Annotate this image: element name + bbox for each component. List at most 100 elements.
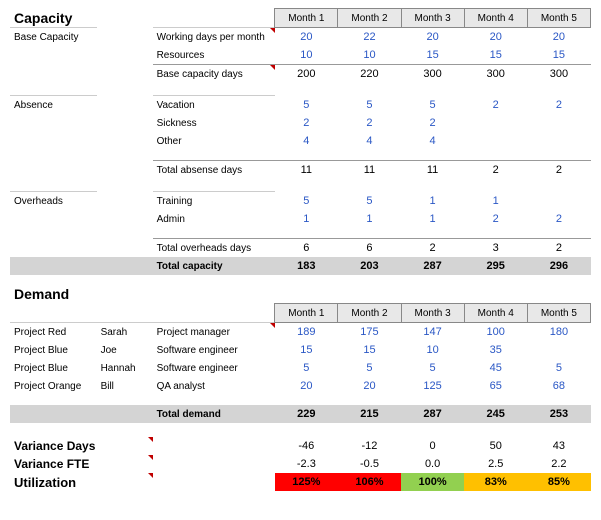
cell[interactable]: 5 [338, 359, 401, 377]
cell[interactable]: 0 [401, 437, 464, 455]
cell[interactable] [464, 132, 527, 150]
utilization-cell[interactable]: 100% [401, 473, 464, 491]
cell[interactable]: 0.0 [401, 455, 464, 473]
utilization-label: Utilization [10, 473, 153, 491]
cell[interactable]: 147 [401, 323, 464, 342]
cell[interactable]: 296 [527, 257, 590, 275]
cell[interactable]: 2 [401, 239, 464, 258]
cell[interactable]: 229 [275, 405, 338, 423]
cell[interactable]: 10 [401, 341, 464, 359]
cell[interactable]: 183 [275, 257, 338, 275]
cell[interactable]: 10 [338, 46, 401, 65]
cell[interactable]: -0.5 [338, 455, 401, 473]
cell[interactable]: 5 [338, 96, 401, 115]
cell[interactable]: 5 [275, 192, 338, 211]
utilization-cell[interactable]: 125% [275, 473, 338, 491]
row-label: Sickness [153, 114, 275, 132]
cell[interactable]: 20 [527, 28, 590, 47]
cell[interactable]: 5 [527, 359, 590, 377]
cell[interactable]: 100 [464, 323, 527, 342]
cell[interactable]: 189 [275, 323, 338, 342]
cell[interactable]: -2.3 [275, 455, 338, 473]
cell[interactable]: 11 [338, 161, 401, 180]
cell[interactable]: 2 [338, 114, 401, 132]
utilization-cell[interactable]: 106% [338, 473, 401, 491]
cell[interactable]: 20 [275, 28, 338, 47]
cell[interactable]: 2.5 [464, 455, 527, 473]
cell[interactable]: 175 [338, 323, 401, 342]
cell[interactable] [527, 132, 590, 150]
cell[interactable] [527, 341, 590, 359]
cell[interactable]: 22 [338, 28, 401, 47]
cell[interactable]: 6 [275, 239, 338, 258]
cell[interactable]: 1 [275, 210, 338, 228]
cell[interactable]: 11 [275, 161, 338, 180]
cell[interactable]: 20 [275, 377, 338, 395]
cell[interactable]: 5 [338, 192, 401, 211]
cell[interactable]: 20 [464, 28, 527, 47]
cell[interactable]: -12 [338, 437, 401, 455]
cell[interactable]: 5 [275, 359, 338, 377]
cell[interactable]: 2 [464, 210, 527, 228]
variance-fte-label: Variance FTE [10, 455, 153, 473]
cell[interactable]: 125 [401, 377, 464, 395]
cell[interactable]: 15 [275, 341, 338, 359]
cell[interactable]: 215 [338, 405, 401, 423]
cell[interactable]: 2 [527, 161, 590, 180]
cell[interactable] [464, 114, 527, 132]
cell[interactable]: 43 [527, 437, 590, 455]
cell[interactable] [527, 192, 590, 211]
cell[interactable]: 6 [338, 239, 401, 258]
cell[interactable]: 1 [338, 210, 401, 228]
cell[interactable]: 15 [527, 46, 590, 65]
cell[interactable]: 2.2 [527, 455, 590, 473]
cell[interactable]: 20 [338, 377, 401, 395]
cell[interactable]: 180 [527, 323, 590, 342]
cell[interactable]: 45 [464, 359, 527, 377]
cell[interactable]: -46 [275, 437, 338, 455]
cell[interactable]: 245 [464, 405, 527, 423]
cell[interactable]: 15 [338, 341, 401, 359]
cell[interactable]: 287 [401, 405, 464, 423]
cell[interactable]: 15 [401, 46, 464, 65]
cell[interactable]: 15 [464, 46, 527, 65]
cell[interactable]: 2 [275, 114, 338, 132]
cell[interactable]: 4 [401, 132, 464, 150]
cell[interactable]: 1 [401, 210, 464, 228]
cell[interactable]: 2 [464, 161, 527, 180]
cell[interactable]: 200 [275, 65, 338, 84]
cell[interactable]: 300 [401, 65, 464, 84]
cell[interactable]: 35 [464, 341, 527, 359]
cell[interactable]: 300 [527, 65, 590, 84]
cell[interactable]: 2 [464, 96, 527, 115]
cell[interactable]: 1 [464, 192, 527, 211]
cell[interactable]: 1 [401, 192, 464, 211]
variance-days-label: Variance Days [10, 437, 153, 455]
cell[interactable]: 3 [464, 239, 527, 258]
cell[interactable]: 5 [401, 96, 464, 115]
cell[interactable]: 20 [401, 28, 464, 47]
cell[interactable]: 11 [401, 161, 464, 180]
utilization-cell[interactable]: 83% [464, 473, 527, 491]
cell[interactable] [527, 114, 590, 132]
cell[interactable]: 10 [275, 46, 338, 65]
project-label: Project Orange [10, 377, 97, 395]
cell[interactable]: 2 [527, 239, 590, 258]
cell[interactable]: 65 [464, 377, 527, 395]
cell[interactable]: 203 [338, 257, 401, 275]
cell[interactable]: 2 [527, 96, 590, 115]
cell[interactable]: 2 [401, 114, 464, 132]
cell[interactable]: 287 [401, 257, 464, 275]
cell[interactable]: 253 [527, 405, 590, 423]
cell[interactable]: 50 [464, 437, 527, 455]
cell[interactable]: 220 [338, 65, 401, 84]
cell[interactable]: 5 [275, 96, 338, 115]
cell[interactable]: 2 [527, 210, 590, 228]
cell[interactable]: 68 [527, 377, 590, 395]
cell[interactable]: 4 [338, 132, 401, 150]
cell[interactable]: 4 [275, 132, 338, 150]
cell[interactable]: 300 [464, 65, 527, 84]
cell[interactable]: 295 [464, 257, 527, 275]
cell[interactable]: 5 [401, 359, 464, 377]
utilization-cell[interactable]: 85% [527, 473, 590, 491]
